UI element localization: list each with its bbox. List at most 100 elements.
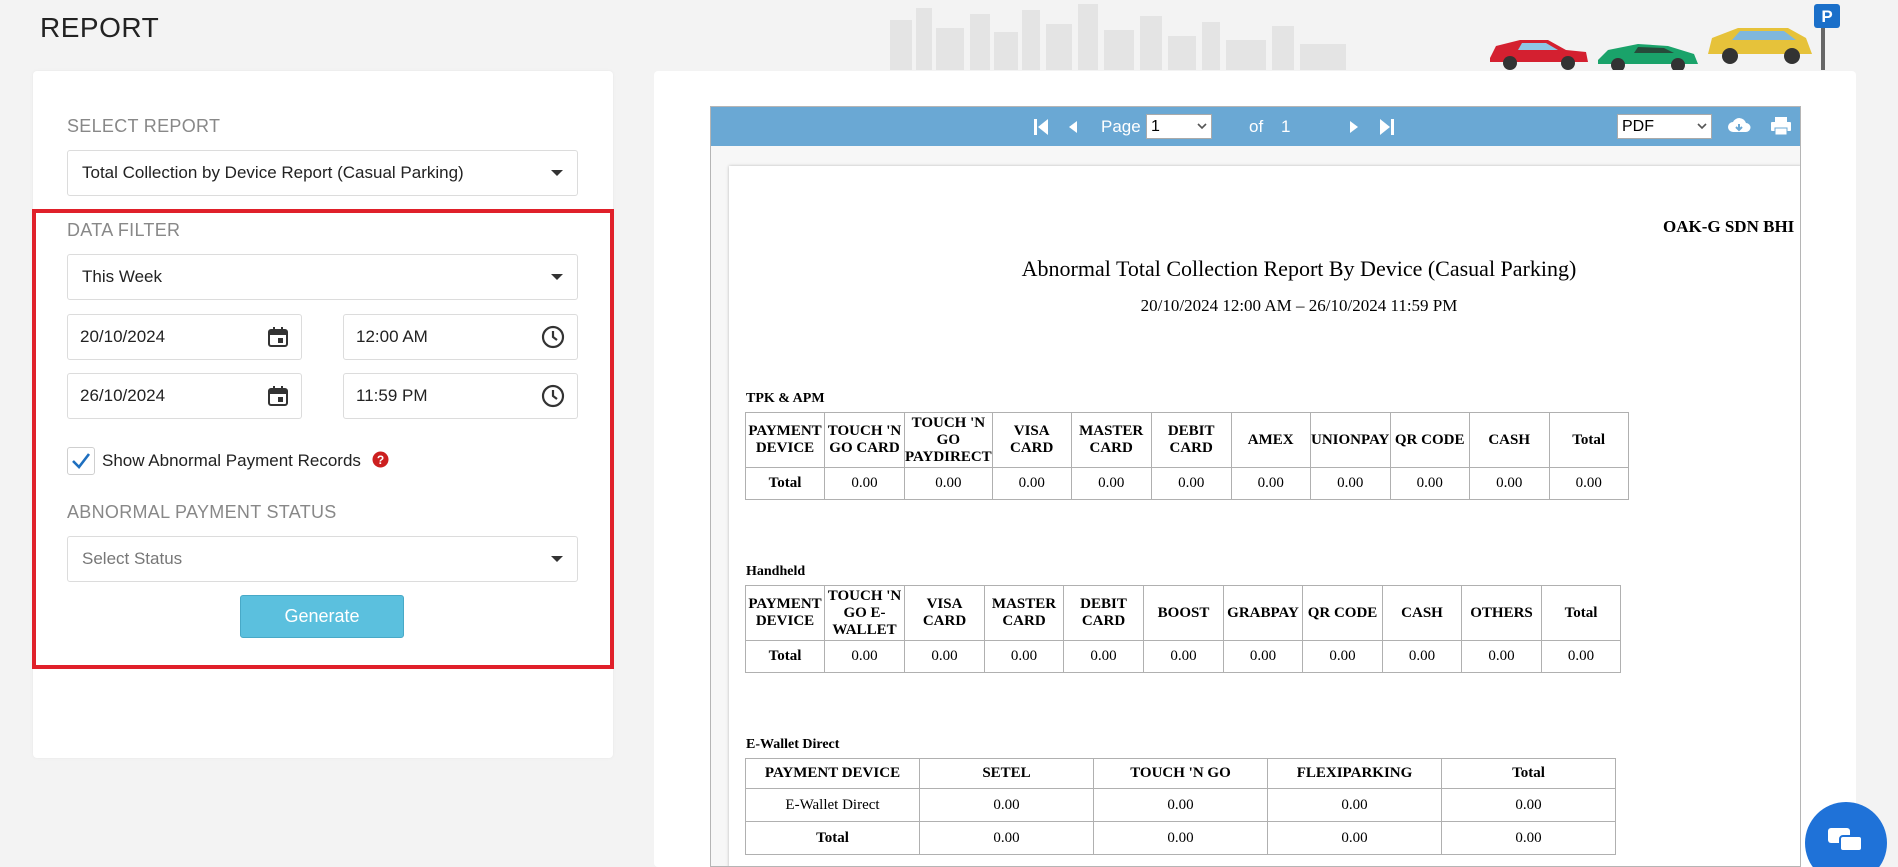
table-header-row: PAYMENT DEVICE TOUCH 'N GO E-WALLET VISA C… <box>745 585 1621 641</box>
column-header: MASTER CARD <box>1070 412 1152 468</box>
table-cell: Total <box>745 467 825 500</box>
table-cell: 0.00 <box>1302 640 1383 673</box>
data-filter-label: DATA FILTER <box>67 220 181 240</box>
column-header: TOUCH 'N GO <box>1093 758 1268 789</box>
checkmark-icon <box>72 453 91 469</box>
abnormal-records-label[interactable]: Show Abnormal Payment Records <box>102 451 361 471</box>
start-date-value: 20/10/2024 <box>80 327 166 346</box>
status-select-placeholder: Select Status <box>82 549 183 568</box>
table-cell: 0.00 <box>1143 640 1224 673</box>
download-icon[interactable] <box>1727 116 1751 136</box>
calendar-icon[interactable] <box>267 326 289 348</box>
table-cell: 0.00 <box>1548 467 1629 500</box>
company-name: OAK-G SDN BHI <box>1663 217 1795 236</box>
ewallet-table: PAYMENT DEVICE SETEL TOUCH 'N GO FLEXIPARKI… <box>745 758 1616 855</box>
column-header: VISA CARD <box>904 585 985 641</box>
table-cell: 0.00 <box>1441 788 1616 822</box>
table-cell: 0.00 <box>984 640 1064 673</box>
table-row: Total 0.00 0.00 0.00 0.00 0.00 0.00 0.00 0.00 0.0… <box>745 640 1621 673</box>
table-cell: 0.00 <box>1063 640 1144 673</box>
last-page-icon[interactable] <box>1379 118 1395 136</box>
abnormal-records-checkbox[interactable] <box>67 447 95 475</box>
chevron-down-icon <box>551 170 563 176</box>
end-time-input[interactable]: 11:59 PM <box>343 373 578 419</box>
clock-icon[interactable] <box>541 384 565 408</box>
report-page: OAK-G SDN BHI Abnormal Total Collection … <box>729 166 1800 866</box>
end-date-input[interactable]: 26/10/2024 <box>67 373 302 419</box>
table-cell: 0.00 <box>1093 788 1268 822</box>
chevron-down-icon <box>1697 123 1707 130</box>
table-row: Total 0.00 0.00 0.00 0.00 0.00 0.00 0.00 0.00 0.0… <box>745 467 1629 500</box>
table-cell: 0.00 <box>824 640 905 673</box>
period-select-value: This Week <box>82 267 162 286</box>
column-header: TOUCH 'N GO CARD <box>824 412 905 468</box>
next-page-icon[interactable] <box>1349 120 1359 134</box>
report-title: Abnormal Total Collection Report By Devi… <box>1021 256 1577 281</box>
export-format-value: PDF <box>1622 117 1654 135</box>
tpk-apm-table: PAYMENT DEVICE TOUCH 'N GO CARD TOUCH 'N G… <box>745 412 1629 500</box>
table-header-row: PAYMENT DEVICE TOUCH 'N GO CARD TOUCH 'N G… <box>745 412 1629 468</box>
table-cell: 0.00 <box>991 467 1072 500</box>
table-cell: 0.00 <box>1541 640 1621 673</box>
red-car <box>1490 40 1588 70</box>
report-date-range: 20/10/2024 12:00 AM – 26/10/2024 11:59 P… <box>1140 296 1458 315</box>
chat-icon <box>1828 828 1863 852</box>
start-date-input[interactable]: 20/10/2024 <box>67 314 302 360</box>
table-row: E-Wallet Direct 0.00 0.00 0.00 0.00 <box>745 788 1616 822</box>
column-header: DEBIT CARD <box>1063 585 1144 641</box>
column-header: Total <box>1441 758 1616 789</box>
generate-button[interactable]: Generate <box>240 595 404 638</box>
table-cell: 0.00 <box>904 467 993 500</box>
report-select[interactable]: Total Collection by Device Report (Casua… <box>67 150 578 196</box>
table-cell: 0.00 <box>1070 467 1152 500</box>
table-cell: 0.00 <box>1468 467 1550 500</box>
clock-icon[interactable] <box>541 325 565 349</box>
of-label: of <box>1249 116 1264 136</box>
page-label: Page <box>1101 116 1141 136</box>
print-icon[interactable] <box>1770 116 1792 136</box>
column-header: BOOST <box>1143 585 1224 641</box>
page-number-select[interactable]: 1 <box>1146 114 1212 139</box>
table-cell: 0.00 <box>1389 467 1470 500</box>
start-time-value: 12:00 AM <box>356 327 428 346</box>
select-report-label: SELECT REPORT <box>67 116 221 136</box>
chevron-down-icon <box>551 556 563 562</box>
table-cell: 0.00 <box>904 640 985 673</box>
viewer-toolbar: Page 1 of 1 PDF <box>711 107 1800 146</box>
start-time-input[interactable]: 12:00 AM <box>343 314 578 360</box>
column-header: PAYMENT DEVICE <box>745 412 825 468</box>
page-number-value: 1 <box>1151 117 1160 135</box>
column-header: GRABPAY <box>1223 585 1303 641</box>
column-header: MASTER CARD <box>984 585 1064 641</box>
table-cell: 0.00 <box>1093 821 1268 855</box>
chevron-down-icon <box>551 274 563 280</box>
period-select[interactable]: This Week <box>67 254 578 300</box>
column-header: AMEX <box>1230 412 1311 468</box>
column-header: QR CODE <box>1302 585 1383 641</box>
first-page-icon[interactable] <box>1033 118 1049 136</box>
question-icon[interactable]: ? <box>372 451 389 468</box>
column-header: CASH <box>1468 412 1550 468</box>
parking-icon: P <box>1814 4 1840 70</box>
page-title: REPORT <box>40 12 160 43</box>
status-select[interactable]: Select Status <box>67 536 578 582</box>
export-format-select[interactable]: PDF <box>1617 114 1712 139</box>
column-header: Total <box>1541 585 1621 641</box>
handheld-table: PAYMENT DEVICE TOUCH 'N GO E-WALLET VISA C… <box>745 585 1621 673</box>
svg-text:P: P <box>1821 7 1832 26</box>
table-cell: Total <box>745 821 920 855</box>
table-cell: 0.00 <box>1150 467 1232 500</box>
column-header: TOUCH 'N GO E-WALLET <box>824 585 905 641</box>
chevron-down-icon <box>1197 123 1207 130</box>
table-cell: 0.00 <box>1441 821 1616 855</box>
calendar-icon[interactable] <box>267 385 289 407</box>
table-cell: E-Wallet Direct <box>745 788 920 822</box>
end-date-value: 26/10/2024 <box>80 386 166 405</box>
table-cell: 0.00 <box>1267 821 1442 855</box>
column-header: Total <box>1548 412 1629 468</box>
column-header: UNIONPAY <box>1309 412 1391 468</box>
table-cell: Total <box>745 640 825 673</box>
group-title-tpk-apm: TPK & APM <box>746 391 825 406</box>
prev-page-icon[interactable] <box>1068 120 1078 134</box>
total-pages: 1 <box>1281 116 1291 136</box>
